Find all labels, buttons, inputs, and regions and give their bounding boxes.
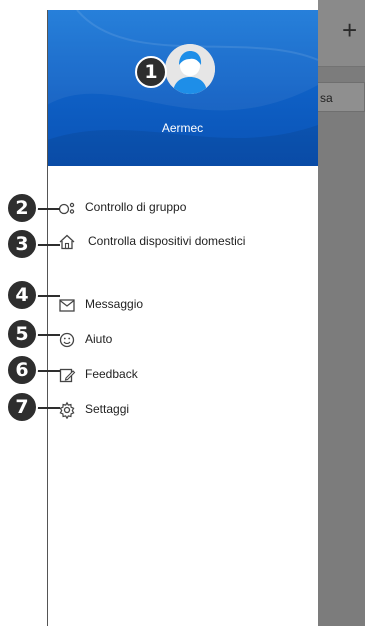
background-app: + sa bbox=[318, 0, 365, 626]
callout-badge-1: 1 bbox=[135, 56, 167, 88]
callout-badge-4: 4 bbox=[6, 279, 38, 311]
help-smiley-icon bbox=[59, 332, 75, 348]
gear-icon bbox=[59, 401, 75, 419]
menu-item-messages[interactable]: Messaggio bbox=[47, 291, 318, 319]
menu-label-home-devices: Controlla dispositivi domestici bbox=[88, 234, 246, 248]
user-avatar-icon[interactable] bbox=[165, 44, 215, 94]
menu-item-group-control[interactable]: Controllo di gruppo bbox=[47, 194, 318, 222]
callout-badge-7: 7 bbox=[6, 391, 38, 423]
feedback-edit-icon bbox=[59, 368, 76, 383]
navigation-drawer: Aermec Controllo di gruppo Controlla dis… bbox=[47, 10, 318, 626]
drawer-left-border bbox=[47, 10, 48, 626]
background-field-text: sa bbox=[320, 91, 333, 105]
callout-badge-3: 3 bbox=[6, 228, 38, 260]
callout-badge-5: 5 bbox=[6, 318, 38, 350]
background-field: sa bbox=[318, 82, 365, 112]
home-icon bbox=[59, 234, 75, 250]
callout-badge-2: 2 bbox=[6, 192, 38, 224]
menu-label-messages: Messaggio bbox=[85, 297, 144, 311]
menu-item-feedback[interactable]: Feedback bbox=[47, 361, 318, 389]
menu-label-group-control: Controllo di gruppo bbox=[85, 200, 187, 214]
callout-badge-6: 6 bbox=[6, 354, 38, 386]
menu-label-help: Aiuto bbox=[85, 332, 113, 346]
menu-item-home-devices[interactable]: Controlla dispositivi domestici bbox=[47, 228, 318, 256]
menu-label-feedback: Feedback bbox=[85, 367, 138, 381]
drawer-header: Aermec bbox=[47, 10, 318, 166]
menu-item-help[interactable]: Aiuto bbox=[47, 326, 318, 354]
menu-item-settings[interactable]: Settaggi bbox=[47, 396, 318, 424]
plus-icon[interactable]: + bbox=[342, 17, 357, 43]
username: Aermec bbox=[161, 121, 204, 135]
menu-label-settings: Settaggi bbox=[85, 402, 130, 416]
group-control-icon bbox=[58, 202, 75, 215]
background-toolbar: + bbox=[318, 0, 365, 67]
envelope-icon bbox=[59, 299, 75, 312]
